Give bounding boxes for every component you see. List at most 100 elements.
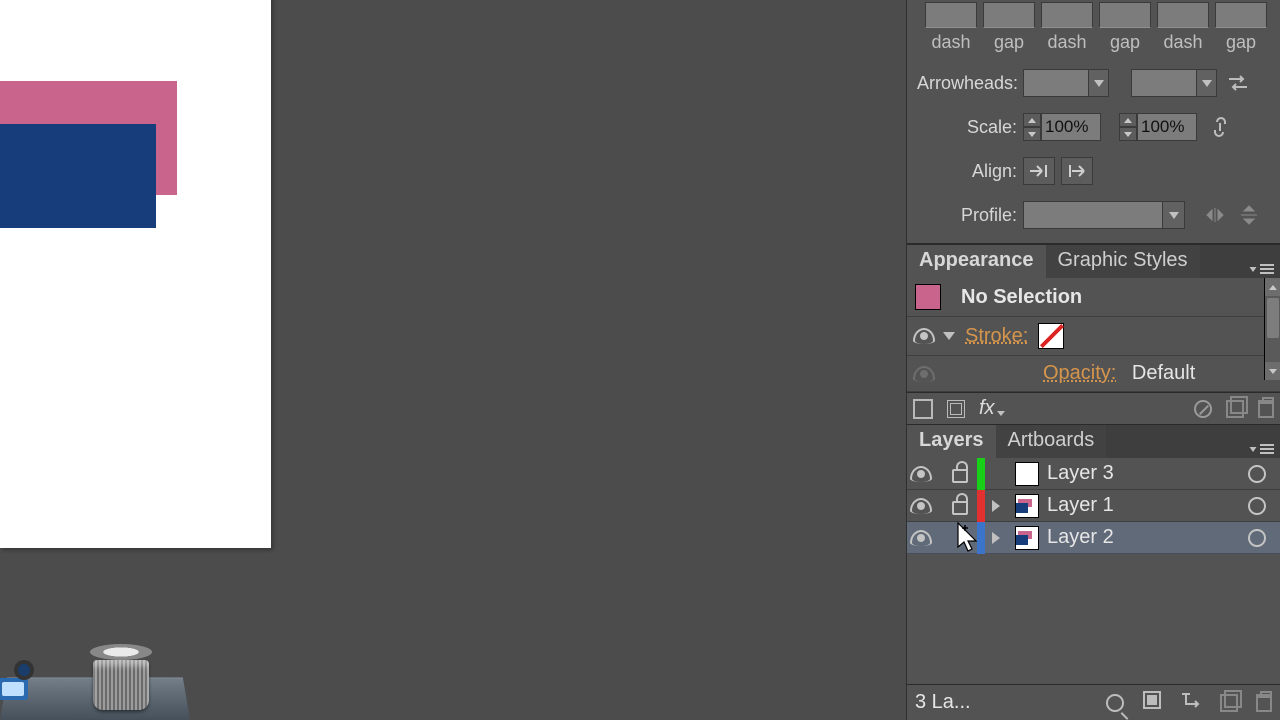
chevron-right-icon	[992, 500, 1000, 512]
panel-menu-icon[interactable]	[1242, 440, 1280, 458]
layer-row[interactable]: Layer 1	[907, 490, 1280, 522]
flip-across-icon[interactable]	[1237, 203, 1261, 227]
layers-status: 3 La...	[915, 691, 971, 714]
appearance-footer: fx	[907, 392, 1280, 424]
opacity-link[interactable]: Opacity:	[1043, 362, 1116, 384]
chevron-right-icon	[992, 532, 1000, 544]
new-art-layer-icon[interactable]	[947, 400, 965, 418]
appearance-stroke-row[interactable]: Stroke:	[907, 317, 1280, 356]
trash-can	[93, 660, 149, 710]
dash-input-3[interactable]	[1157, 2, 1209, 28]
chevron-down-icon	[1094, 80, 1104, 87]
arrowhead-start-dropdown[interactable]	[1023, 69, 1109, 97]
scale-end-field[interactable]: 100%	[1137, 113, 1197, 141]
tab-graphic-styles[interactable]: Graphic Styles	[1046, 245, 1200, 278]
duplicate-item-icon[interactable]	[1226, 400, 1244, 418]
lock-icon	[952, 501, 968, 515]
dash-input-2[interactable]	[1041, 2, 1093, 28]
opacity-value: Default	[1132, 362, 1195, 384]
canvas-area[interactable]	[0, 0, 906, 720]
delete-layer-icon[interactable]	[1256, 694, 1272, 712]
appearance-panel: No Selection Stroke: Opacity: Default fx	[907, 278, 1280, 424]
dash-label-2: dash	[1047, 32, 1086, 53]
layer-lock-toggle[interactable]	[943, 464, 977, 483]
dash-label-3: dash	[1163, 32, 1202, 53]
panel-menu-icon[interactable]	[1242, 260, 1280, 278]
gap-label-1: gap	[994, 32, 1024, 53]
layer-color-chip	[977, 458, 985, 490]
appearance-tab-bar: Appearance Graphic Styles	[907, 244, 1280, 278]
stroke-link[interactable]: Stroke:	[965, 325, 1028, 348]
tab-appearance[interactable]: Appearance	[907, 245, 1046, 278]
layer-thumbnail	[1015, 526, 1039, 550]
clear-appearance-icon[interactable]	[1194, 400, 1212, 418]
layer-name-label[interactable]: Layer 1	[1047, 494, 1248, 517]
scale-label: Scale:	[917, 117, 1017, 138]
align-label: Align:	[917, 161, 1017, 182]
layer-color-chip	[977, 490, 985, 522]
gap-input-2[interactable]	[1099, 2, 1151, 28]
stroke-none-swatch[interactable]	[1038, 323, 1064, 349]
profile-label: Profile:	[917, 205, 1017, 226]
dash-input-1[interactable]	[925, 2, 977, 28]
visibility-icon[interactable]	[913, 366, 935, 382]
appearance-opacity-row[interactable]: Opacity: Default	[907, 356, 1280, 392]
layers-tab-bar: Layers Artboards	[907, 424, 1280, 458]
align-arrow-end-button[interactable]	[1061, 157, 1093, 185]
visibility-icon[interactable]	[913, 328, 935, 344]
gap-input-3[interactable]	[1215, 2, 1267, 28]
scale-start-field[interactable]: 100%	[1041, 113, 1101, 141]
tab-layers[interactable]: Layers	[907, 425, 996, 458]
layer-target-icon[interactable]	[1248, 465, 1266, 483]
gap-label-3: gap	[1226, 32, 1256, 53]
gap-label-2: gap	[1110, 32, 1140, 53]
layer-color-chip	[977, 522, 985, 554]
artboard[interactable]	[0, 0, 271, 548]
align-arrow-tip-button[interactable]	[1023, 157, 1055, 185]
new-sublayer-icon[interactable]	[1180, 690, 1202, 716]
scale-start-stepper[interactable]	[1023, 113, 1041, 141]
layers-list: Layer 3 Layer 1 Layer 2	[907, 458, 1280, 554]
chevron-down-icon	[1202, 80, 1212, 87]
disclosure-triangle-icon[interactable]	[943, 332, 955, 340]
new-layer-icon[interactable]	[1220, 694, 1238, 712]
flip-along-icon[interactable]	[1203, 203, 1227, 227]
layer-target-icon[interactable]	[1248, 497, 1266, 515]
blue-rectangle[interactable]	[0, 124, 156, 228]
layer-lock-toggle[interactable]	[943, 496, 977, 515]
arrowheads-label: Arrowheads:	[917, 73, 1017, 94]
dock-icon-facetime[interactable]	[0, 648, 36, 712]
layer-row[interactable]: Layer 3	[907, 458, 1280, 490]
dock-icon-trash[interactable]	[90, 640, 152, 712]
swap-arrowheads-icon[interactable]	[1225, 69, 1251, 97]
layer-thumbnail	[1015, 494, 1039, 518]
layers-footer: 3 La...	[907, 684, 1280, 720]
gap-input-1[interactable]	[983, 2, 1035, 28]
arrowhead-end-dropdown[interactable]	[1131, 69, 1217, 97]
layer-expand-toggle[interactable]	[985, 532, 1007, 544]
layer-row[interactable]: Layer 2	[907, 522, 1280, 554]
fill-swatch[interactable]	[915, 284, 941, 310]
chevron-down-icon	[1169, 212, 1179, 219]
layer-visibility-toggle[interactable]	[907, 530, 943, 546]
layer-name-label[interactable]: Layer 3	[1047, 462, 1248, 485]
link-scale-icon[interactable]	[1207, 113, 1233, 141]
fx-menu[interactable]: fx	[979, 397, 1003, 420]
scale-end-stepper[interactable]	[1119, 113, 1137, 141]
locate-object-icon[interactable]	[1106, 694, 1124, 712]
layer-expand-toggle[interactable]	[985, 500, 1007, 512]
stroke-panel: dash gap dash gap dash gap Arrowheads: S…	[907, 0, 1280, 244]
profile-dropdown[interactable]	[1023, 201, 1185, 229]
no-selection-label: No Selection	[961, 286, 1082, 309]
make-clipping-mask-icon[interactable]	[1142, 690, 1162, 716]
new-art-basic-icon[interactable]	[913, 399, 933, 419]
dash-gap-row: dash gap dash gap dash gap	[925, 2, 1270, 53]
tab-artboards[interactable]: Artboards	[996, 425, 1107, 458]
layer-visibility-toggle[interactable]	[907, 498, 943, 514]
appearance-scrollbar[interactable]	[1264, 278, 1280, 380]
layer-visibility-toggle[interactable]	[907, 466, 943, 482]
layer-target-icon[interactable]	[1248, 529, 1266, 547]
trash-lid	[90, 644, 152, 660]
delete-item-icon[interactable]	[1258, 400, 1274, 418]
layer-name-label[interactable]: Layer 2	[1047, 526, 1248, 549]
